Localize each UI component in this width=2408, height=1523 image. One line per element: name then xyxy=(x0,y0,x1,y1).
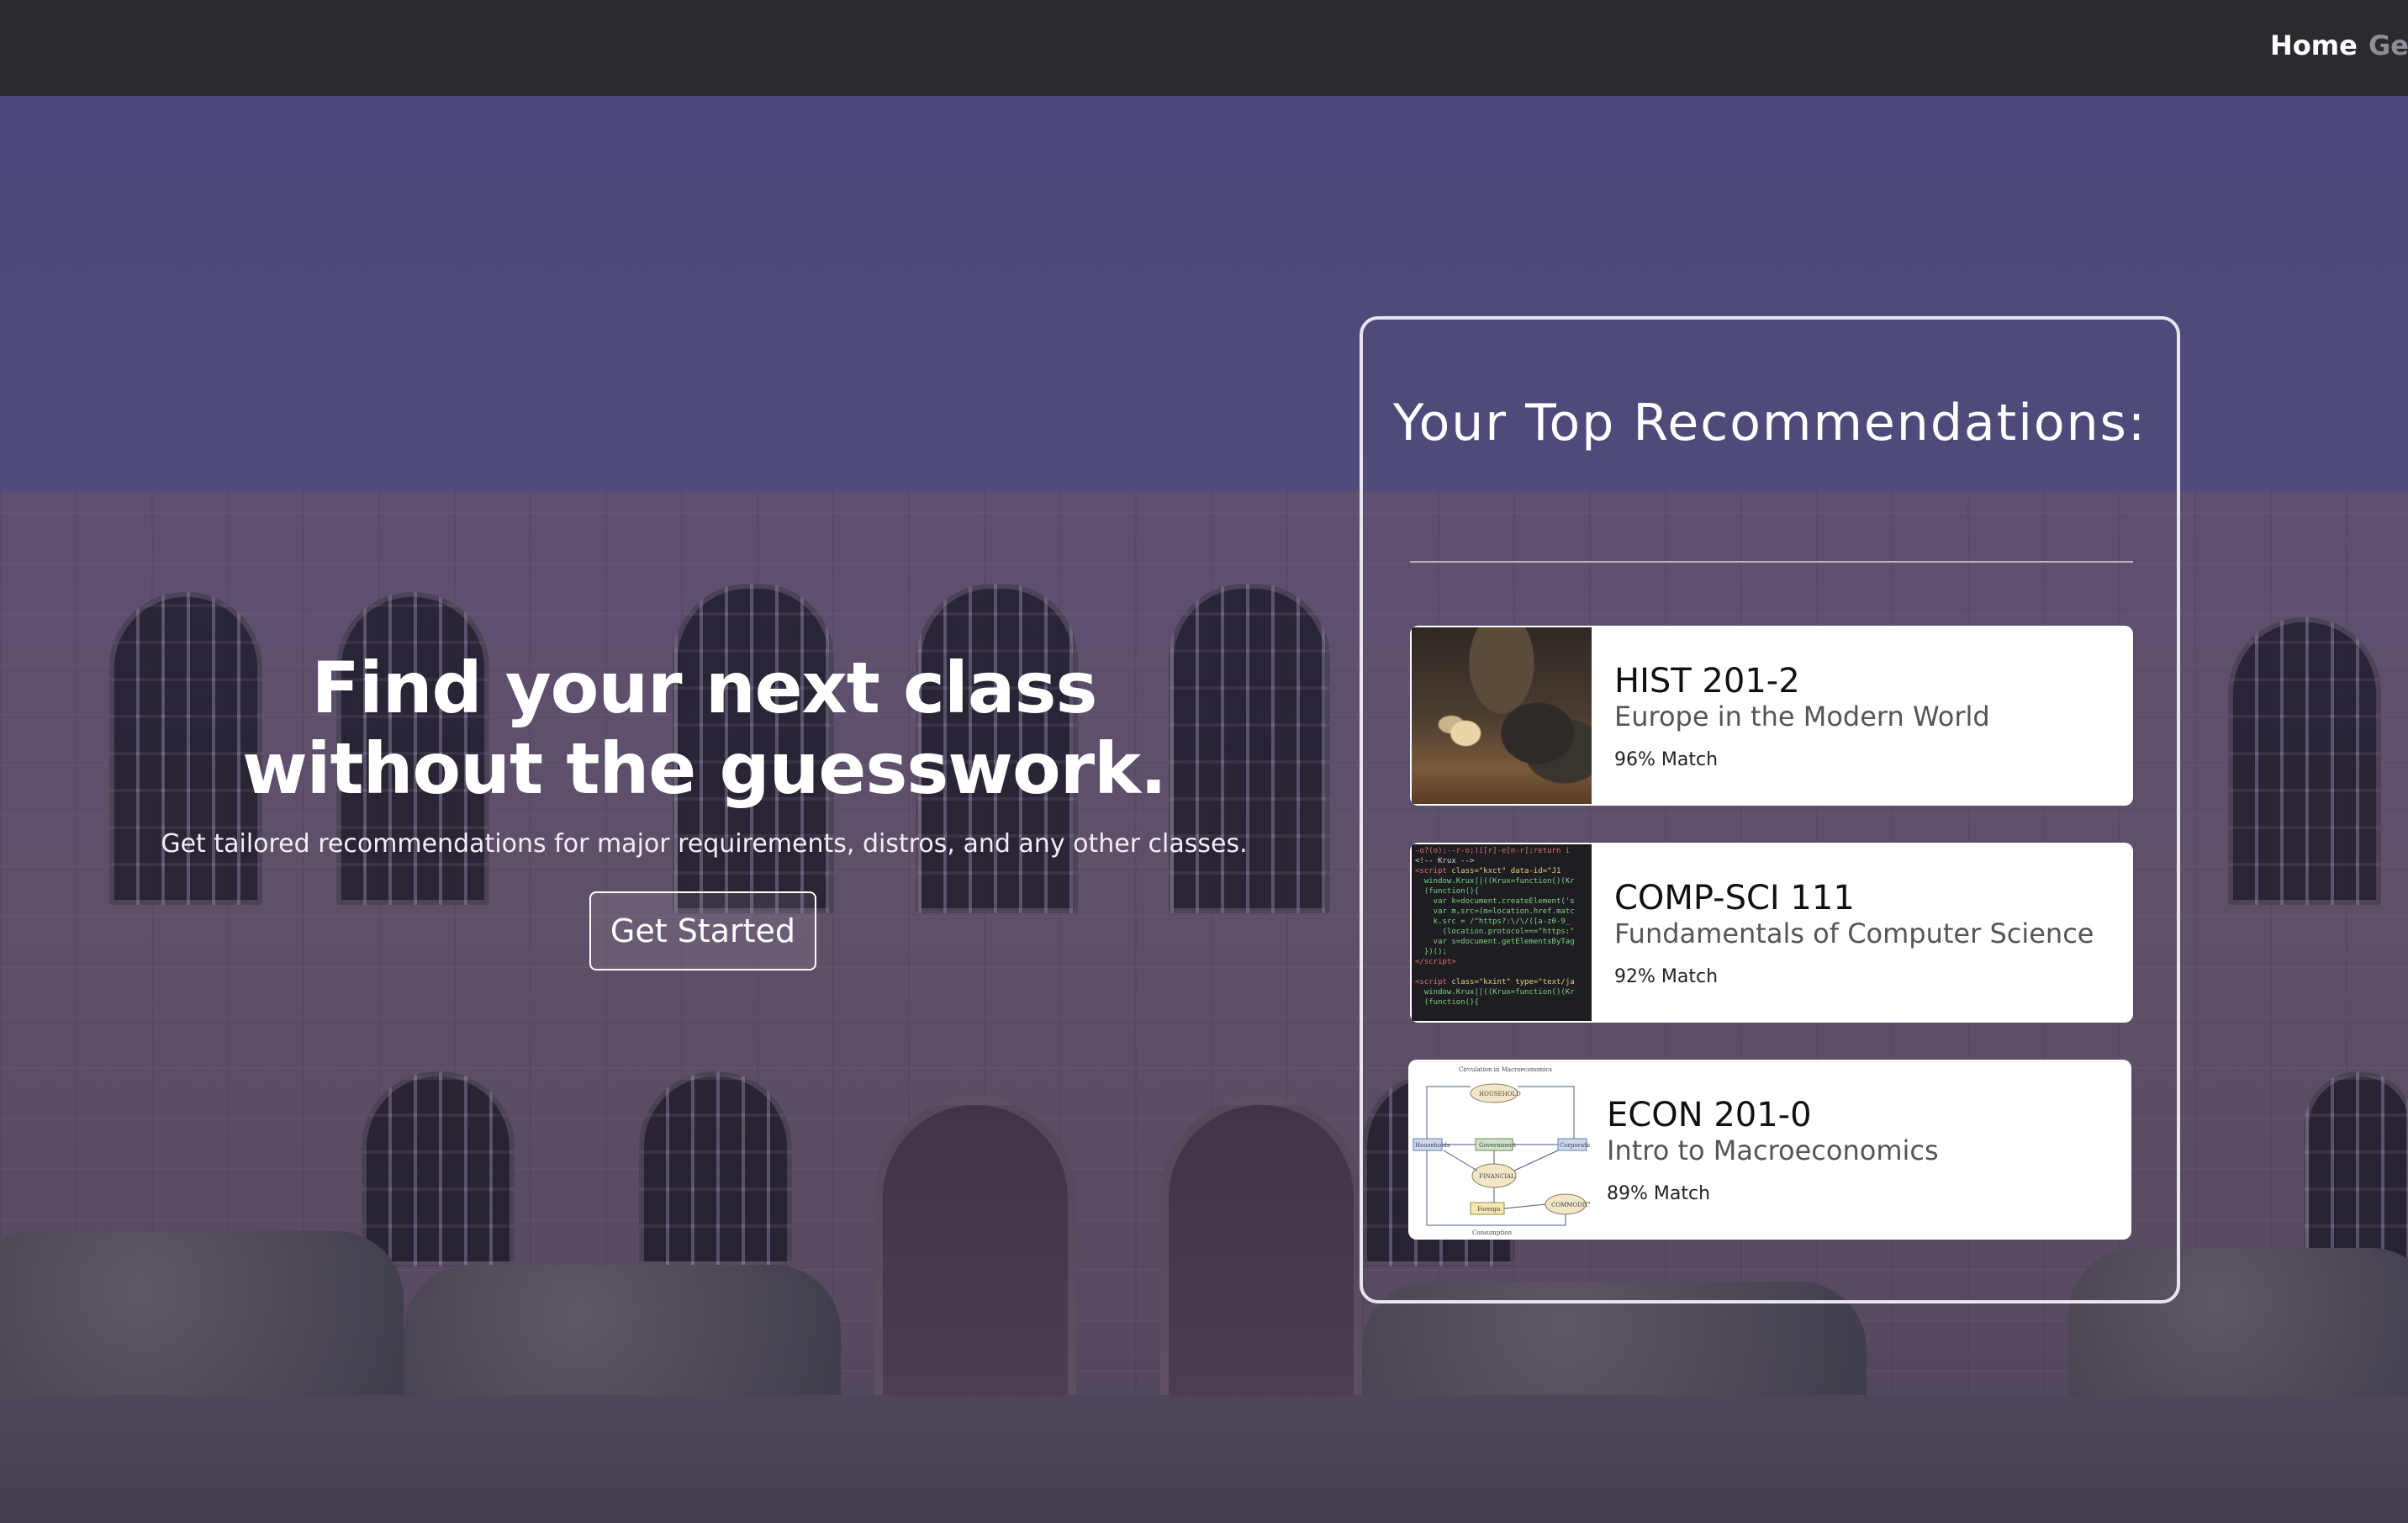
match-percentage: 96% Match xyxy=(1614,749,1719,770)
course-name: Europe in the Modern World xyxy=(1614,701,1990,732)
match-percentage: 92% Match xyxy=(1614,966,1719,987)
svg-text:Corporations: Corporations xyxy=(1560,1142,1590,1149)
svg-text:FINANCIAL: FINANCIAL xyxy=(1479,1173,1515,1180)
recommendations-divider xyxy=(1410,561,2133,563)
building-door xyxy=(1160,1097,1362,1416)
hero-subtitle: Get tailored recommendations for major r… xyxy=(161,829,1248,859)
building-window xyxy=(2228,617,2381,905)
building-door xyxy=(874,1097,1076,1416)
course-name: Fundamentals of Computer Science xyxy=(1614,918,2094,949)
svg-text:Consumption: Consumption xyxy=(1472,1230,1513,1236)
recommendations-panel: Your Top Recommendations: HIST 201-2 Eur… xyxy=(1360,316,2180,1304)
building-window xyxy=(362,1071,515,1267)
source-code-thumbnail: -o?(o);--r-o;)i[r]-e[n-r];return i <!-- … xyxy=(1412,844,1592,1021)
course-name: Intro to Macroeconomics xyxy=(1607,1134,1939,1166)
building-window xyxy=(2304,1071,2408,1267)
circular-flow-diagram: Circulation in Macroeconomics HOUSEHOLD … xyxy=(1410,1061,1590,1238)
recommendation-card-econ[interactable]: Circulation in Macroeconomics HOUSEHOLD … xyxy=(1408,1060,2131,1240)
svg-text:Households: Households xyxy=(1415,1142,1450,1149)
ground xyxy=(0,1395,2408,1523)
svg-text:Circulation in Macroeconomics: Circulation in Macroeconomics xyxy=(1459,1066,1552,1073)
top-navbar: Home Get xyxy=(0,0,2408,96)
nav-home-link[interactable]: Home xyxy=(2270,27,2358,64)
recommendation-card-hist[interactable]: HIST 201-2 Europe in the Modern World 96… xyxy=(1410,626,2133,806)
get-started-button[interactable]: Get Started xyxy=(589,891,816,970)
course-code: COMP-SCI 111 xyxy=(1614,879,1855,918)
recommendation-card-compsci[interactable]: -o?(o);--r-o;)i[r]-e[n-r];return i <!-- … xyxy=(1410,843,2133,1023)
svg-text:Government: Government xyxy=(1479,1142,1516,1149)
course-code: HIST 201-2 xyxy=(1614,662,1800,701)
building-window xyxy=(639,1071,792,1267)
recommendations-title: Your Top Recommendations: xyxy=(1392,394,2147,452)
svg-text:Foreign: Foreign xyxy=(1477,1206,1501,1213)
hero-title: Find your next class without the guesswo… xyxy=(242,647,1167,810)
match-percentage: 89% Match xyxy=(1607,1183,1711,1204)
nav-get-started-link[interactable]: Get xyxy=(2368,27,2408,64)
macroeconomics-diagram-thumbnail: Circulation in Macroeconomics HOUSEHOLD … xyxy=(1410,1061,1590,1238)
historical-painting-thumbnail xyxy=(1412,627,1592,804)
svg-text:HOUSEHOLD: HOUSEHOLD xyxy=(1479,1091,1521,1097)
svg-text:COMMODITY: COMMODITY xyxy=(1551,1202,1590,1208)
course-code: ECON 201-0 xyxy=(1607,1096,1812,1134)
